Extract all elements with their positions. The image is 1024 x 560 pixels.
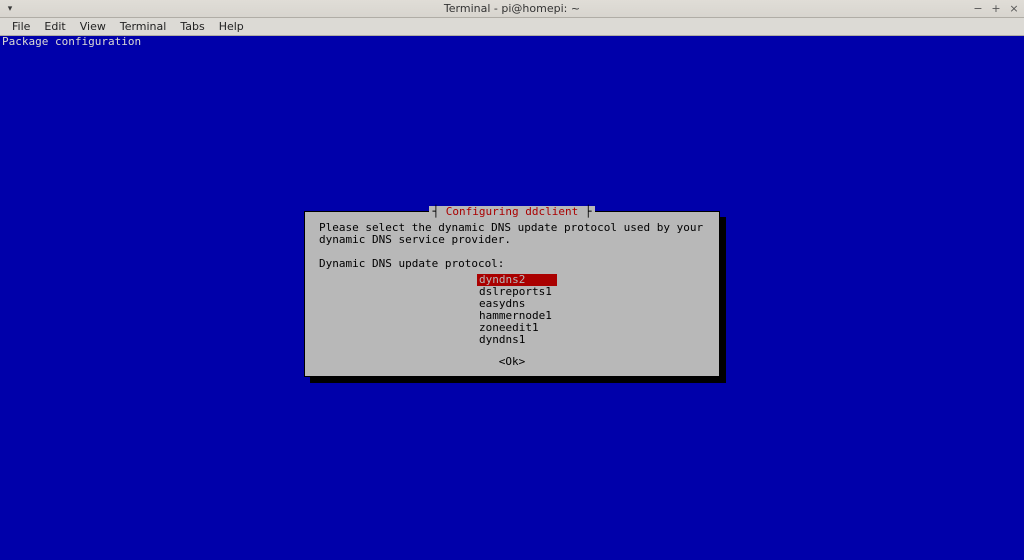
configure-dialog: Configuring ddclient Please select the d… [304,211,720,377]
menu-tabs[interactable]: Tabs [174,19,210,34]
dialog-title-row: Configuring ddclient [311,206,713,218]
window-controls: − + × [972,2,1020,15]
menu-terminal[interactable]: Terminal [114,19,173,34]
dialog-prompt: Please select the dynamic DNS update pro… [311,221,713,247]
maximize-button[interactable]: + [990,2,1002,15]
app-menu-icon[interactable]: ▾ [4,3,16,15]
ok-button[interactable]: <Ok> [499,356,526,368]
window-titlebar: ▾ Terminal - pi@homepi: ~ − + × [0,0,1024,18]
package-config-header: Package configuration [0,36,143,48]
terminal-viewport[interactable]: Package configuration Configuring ddclie… [0,36,1024,560]
protocol-list: dyndns2 dslreports1 easydns hammernode1 … [311,274,713,346]
dialog-label: Dynamic DNS update protocol: [311,257,713,271]
menu-help[interactable]: Help [213,19,250,34]
menu-bar: File Edit View Terminal Tabs Help [0,18,1024,36]
dialog-ok-row: <Ok> [311,356,713,368]
menu-edit[interactable]: Edit [38,19,71,34]
dialog-wrapper: Configuring ddclient Please select the d… [304,211,720,377]
dialog-title: Configuring ddclient [429,206,596,218]
protocol-option-dyndns1[interactable]: dyndns1 [477,334,557,346]
menu-view[interactable]: View [74,19,112,34]
menu-file[interactable]: File [6,19,36,34]
window-title: Terminal - pi@homepi: ~ [444,2,580,15]
close-button[interactable]: × [1008,2,1020,15]
minimize-button[interactable]: − [972,2,984,15]
